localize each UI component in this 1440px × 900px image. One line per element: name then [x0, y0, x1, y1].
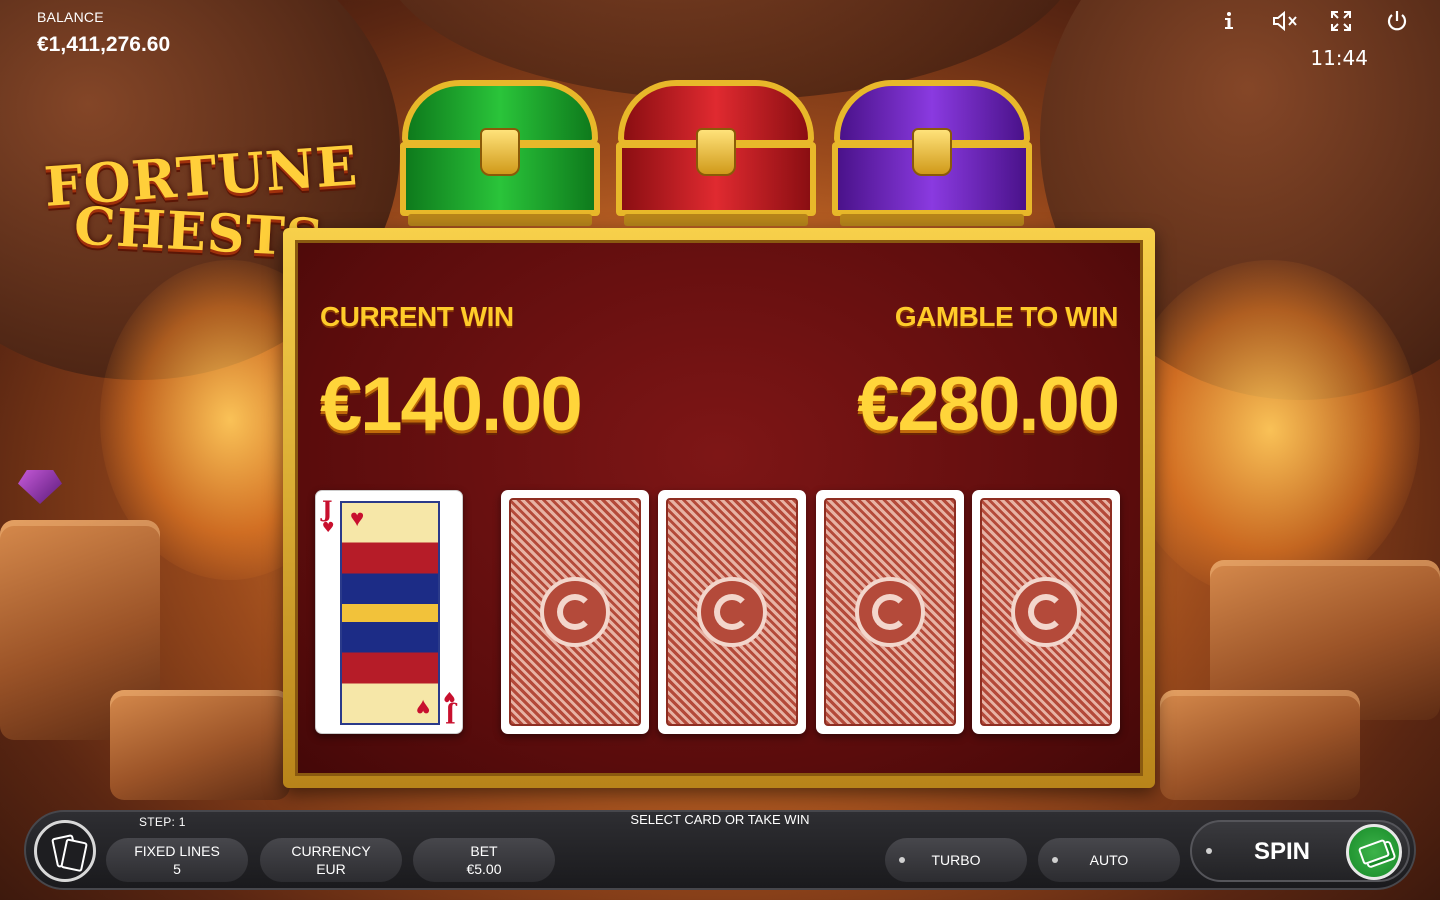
spin-button[interactable]: SPIN — [1190, 820, 1410, 882]
turbo-label: TURBO — [931, 852, 981, 868]
gamble-panel-inner: CURRENT WIN GAMBLE TO WIN €140.00 €280.0… — [295, 240, 1143, 776]
face-down-card-2[interactable] — [658, 490, 806, 734]
currency-display: CURRENCY EUR — [260, 838, 402, 882]
fullscreen-icon[interactable] — [1328, 8, 1354, 34]
currency-label: CURRENCY — [291, 843, 371, 859]
status-prompt: SELECT CARD OR TAKE WIN — [630, 812, 810, 827]
green-chest-icon — [396, 76, 604, 226]
auto-label: AUTO — [1089, 852, 1129, 868]
face-down-card-4[interactable] — [972, 490, 1120, 734]
collect-money-icon[interactable] — [1346, 824, 1402, 880]
spin-label: SPIN — [1254, 838, 1311, 865]
card-row: J ♥ ♥ ♥ J ♥ — [315, 490, 1135, 734]
balance-value: €1,411,276.60 — [37, 33, 171, 56]
card-back-emblem-icon — [855, 577, 925, 647]
heart-icon: ♥ — [322, 520, 335, 536]
fixed-lines-display: FIXED LINES 5 — [106, 838, 248, 882]
card-back-emblem-icon — [697, 577, 767, 647]
card-back-emblem-icon — [1011, 577, 1081, 647]
card-back-emblem-icon — [540, 577, 610, 647]
current-win-label: CURRENT WIN — [320, 301, 514, 332]
jack-portrait: ♥ ♥ — [340, 501, 440, 725]
clock: 11:44 — [1310, 46, 1368, 70]
step-indicator: STEP: 1 — [139, 815, 186, 829]
currency-value: EUR — [316, 861, 346, 877]
turbo-indicator-icon — [899, 857, 905, 863]
gamble-panel: CURRENT WIN GAMBLE TO WIN €140.00 €280.0… — [283, 228, 1155, 788]
fixed-lines-label: FIXED LINES — [134, 843, 220, 859]
dealer-card: J ♥ ♥ ♥ J ♥ — [315, 490, 463, 734]
face-down-card-1[interactable] — [501, 490, 649, 734]
top-toolbar — [1216, 8, 1410, 34]
purple-chest-icon — [828, 76, 1036, 226]
red-chest-icon — [612, 76, 820, 226]
heart-icon: ♥ — [415, 694, 430, 721]
face-down-card-3[interactable] — [816, 490, 964, 734]
balance-label: BALANCE — [37, 9, 104, 25]
gamble-to-win-label: GAMBLE TO WIN — [894, 301, 1119, 332]
bet-value: €5.00 — [466, 861, 502, 877]
bet-label: BET — [470, 843, 498, 859]
current-win-amount: €140.00 — [320, 362, 583, 447]
balance-display: BALANCE €1,411,276.60 — [37, 9, 170, 57]
info-icon[interactable] — [1216, 8, 1242, 34]
heart-icon: ♥ — [443, 688, 456, 704]
turbo-button[interactable]: TURBO — [885, 838, 1027, 882]
bet-selector[interactable]: BET €5.00 — [413, 838, 555, 882]
sound-muted-icon[interactable] — [1272, 8, 1298, 34]
treasure-chests — [396, 76, 1036, 232]
heart-icon: ♥ — [350, 505, 365, 532]
cards-icon — [51, 834, 79, 868]
card-rank: J — [445, 701, 456, 727]
fixed-lines-value: 5 — [173, 861, 181, 877]
spin-indicator-icon — [1206, 848, 1212, 854]
gem-icon — [18, 470, 62, 504]
gamble-to-win-amount: €280.00 — [857, 362, 1120, 447]
auto-indicator-icon — [1052, 857, 1058, 863]
auto-button[interactable]: AUTO — [1038, 838, 1180, 882]
power-icon[interactable] — [1384, 8, 1410, 34]
gamble-cards-button[interactable] — [34, 820, 96, 882]
